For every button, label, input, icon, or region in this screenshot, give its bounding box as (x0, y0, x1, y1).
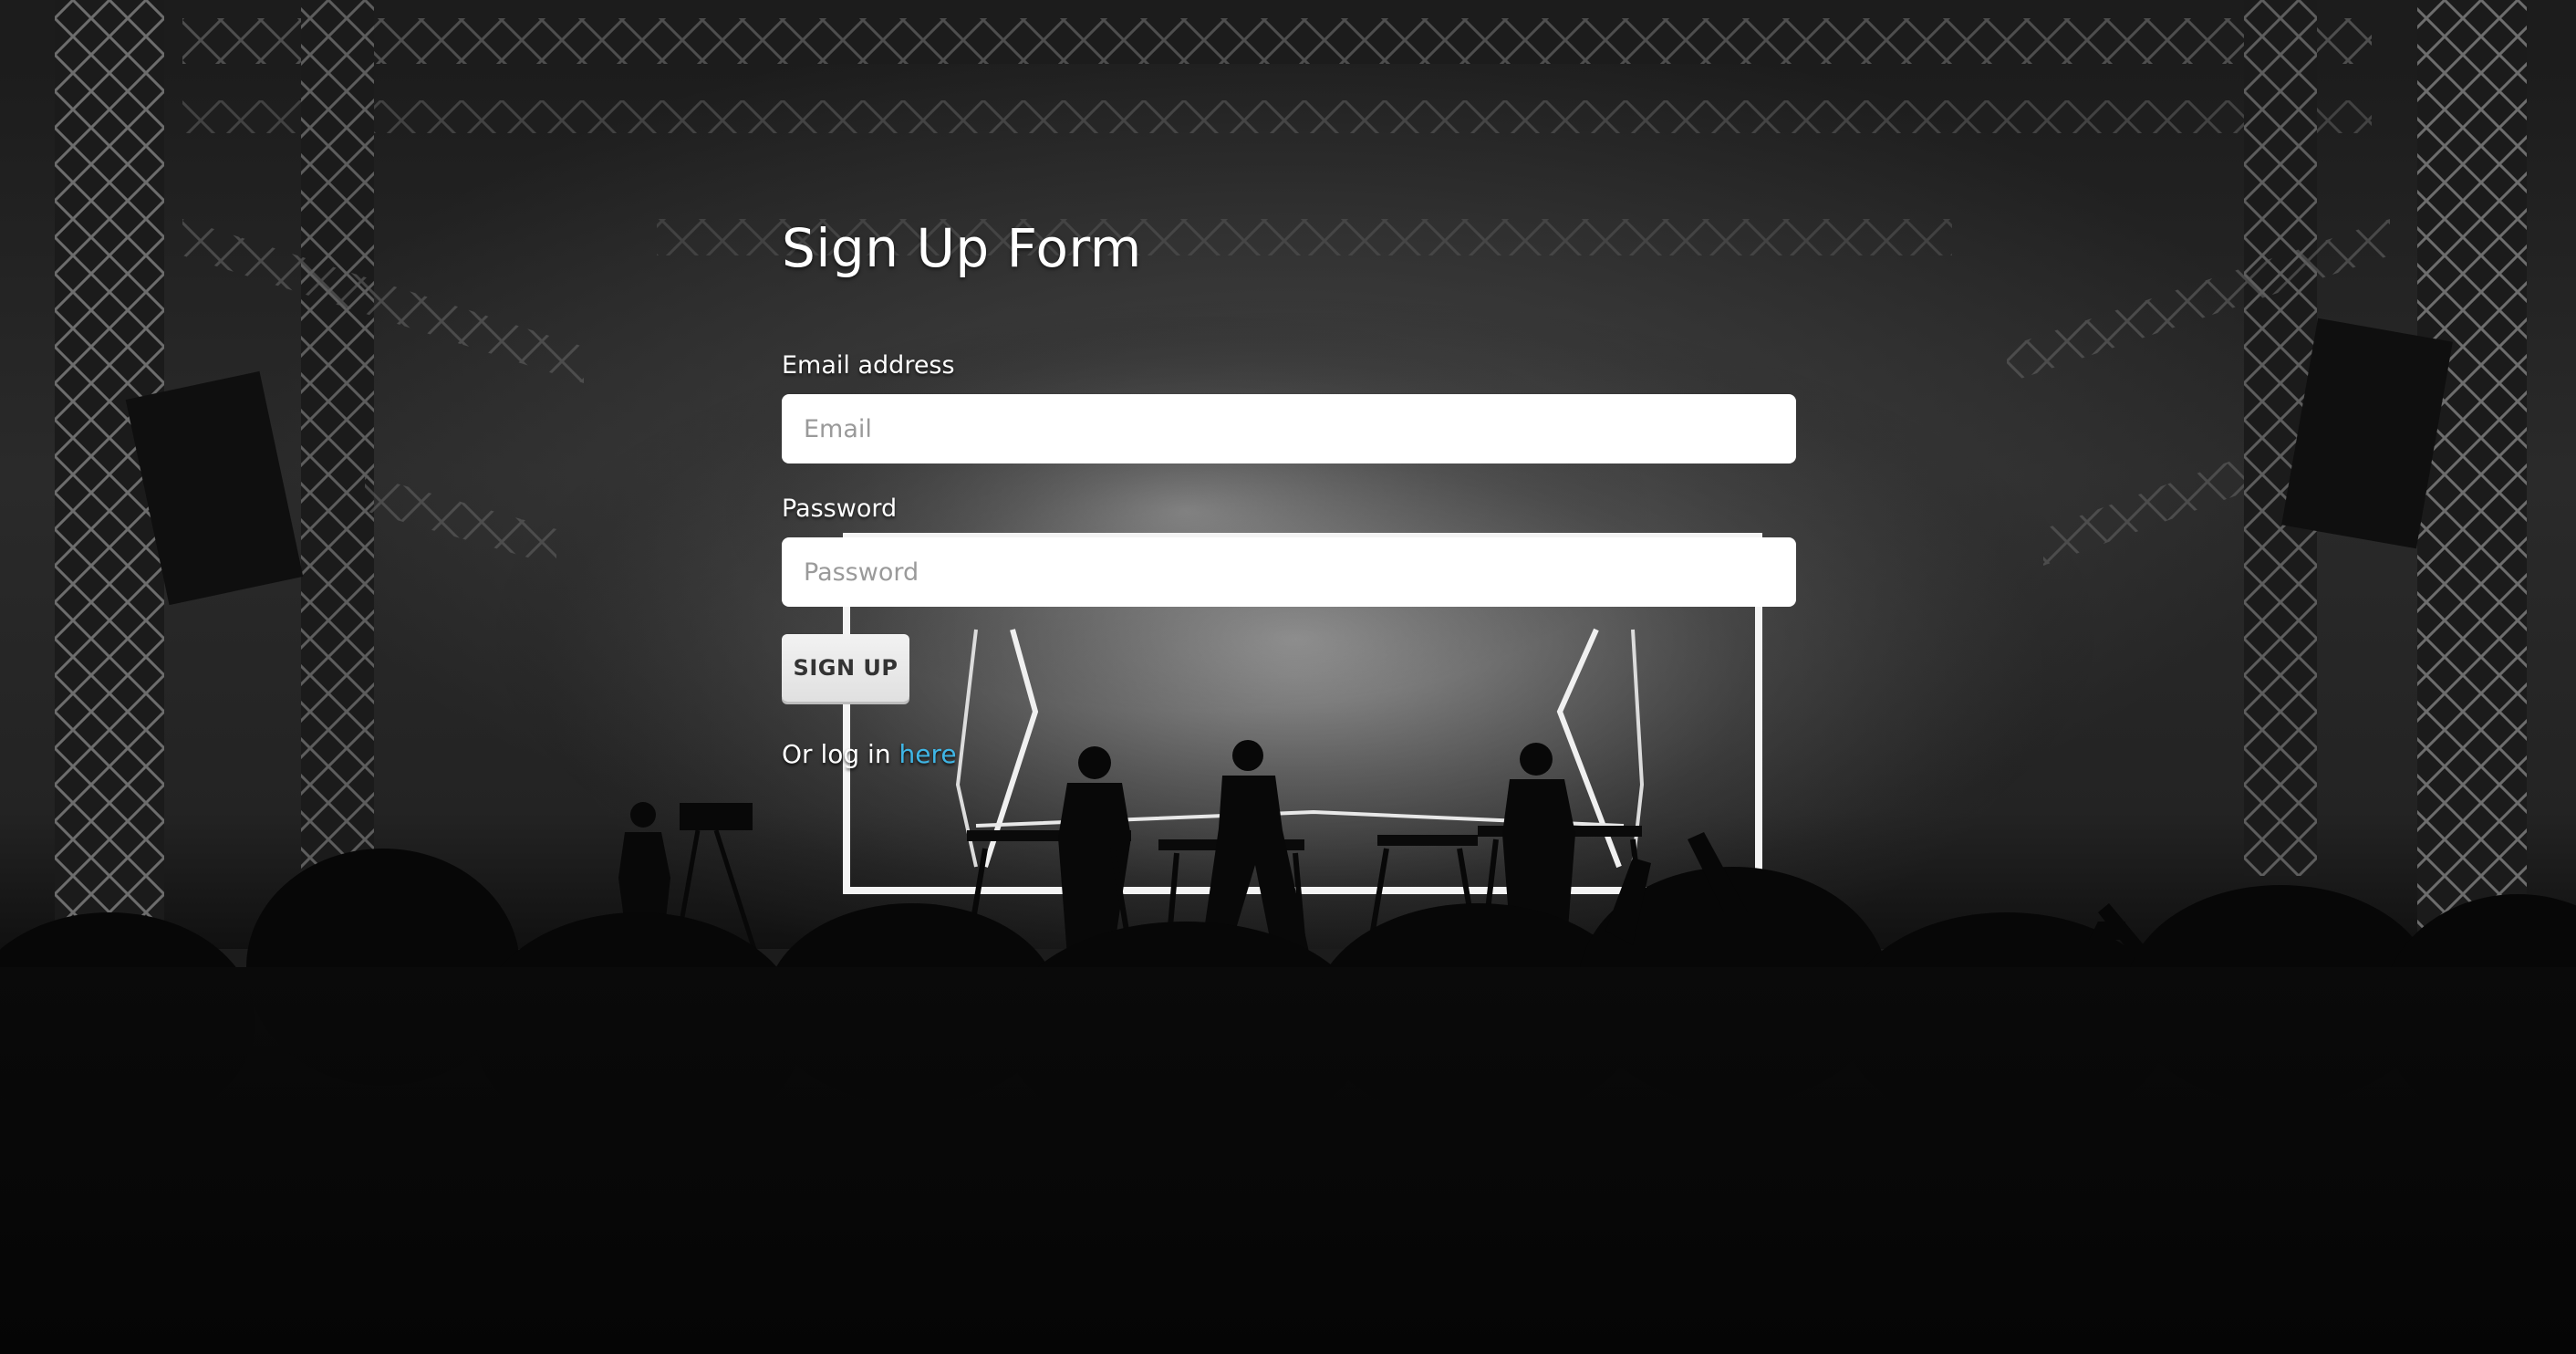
email-field[interactable] (782, 394, 1796, 463)
password-field[interactable] (782, 537, 1796, 607)
password-label: Password (782, 495, 898, 523)
sign-up-button[interactable]: SIGN UP (782, 634, 909, 702)
login-prefix: Or log in (782, 739, 891, 769)
login-prompt: Or log in here (782, 738, 1796, 771)
page-background: Sign Up Form Email address Password SIGN… (0, 0, 2576, 1354)
login-link[interactable]: here (898, 739, 956, 769)
page-title: Sign Up Form (782, 217, 1142, 279)
email-label: Email address (782, 351, 955, 380)
signup-form: Sign Up Form Email address Password SIGN… (782, 210, 1796, 771)
